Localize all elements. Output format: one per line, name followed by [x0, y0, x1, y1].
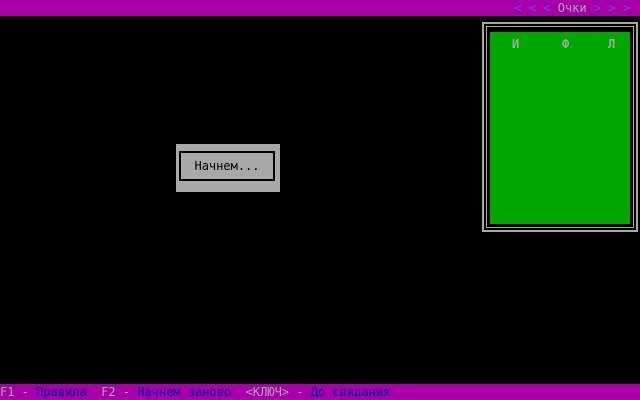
scores-label: Очки [557, 1, 587, 15]
column-header-i: И [512, 37, 520, 51]
start-dialog-frame: Начнем... [179, 151, 275, 181]
top-bar: < < < Очки > > > [0, 0, 640, 16]
score-panel-frame: И Ф Л [486, 26, 634, 228]
restart-action[interactable]: Начнем заново [137, 385, 231, 399]
left-arrows-icon: < < < [514, 1, 551, 15]
separator: - [14, 385, 37, 399]
f2-key[interactable]: F2 [101, 385, 115, 399]
separator: - [115, 385, 138, 399]
rules-action[interactable]: Правила [36, 385, 87, 399]
right-arrows-icon: > > > [593, 1, 630, 15]
game-screen: < < < Очки > > > И Ф Л Начнем... F1 - Пр… [0, 0, 640, 400]
quit-action[interactable]: До свидания [311, 385, 390, 399]
score-table: И Ф Л [490, 32, 630, 224]
start-dialog-text: Начнем... [194, 159, 260, 173]
help-line: F1 - Правила F2 - Начнем заново <КЛЮЧ> -… [0, 384, 390, 400]
separator: - [289, 385, 311, 399]
scores-title: < < < Очки > > > [514, 0, 630, 16]
start-dialog: Начнем... [176, 144, 280, 192]
help-bar: F1 - Правила F2 - Начнем заново <КЛЮЧ> -… [0, 384, 640, 400]
column-header-l: Л [608, 37, 616, 51]
score-panel: И Ф Л [482, 22, 638, 232]
column-header-f: Ф [562, 37, 570, 51]
f1-key[interactable]: F1 [0, 385, 14, 399]
quit-key[interactable]: <КЛЮЧ> [246, 385, 289, 399]
